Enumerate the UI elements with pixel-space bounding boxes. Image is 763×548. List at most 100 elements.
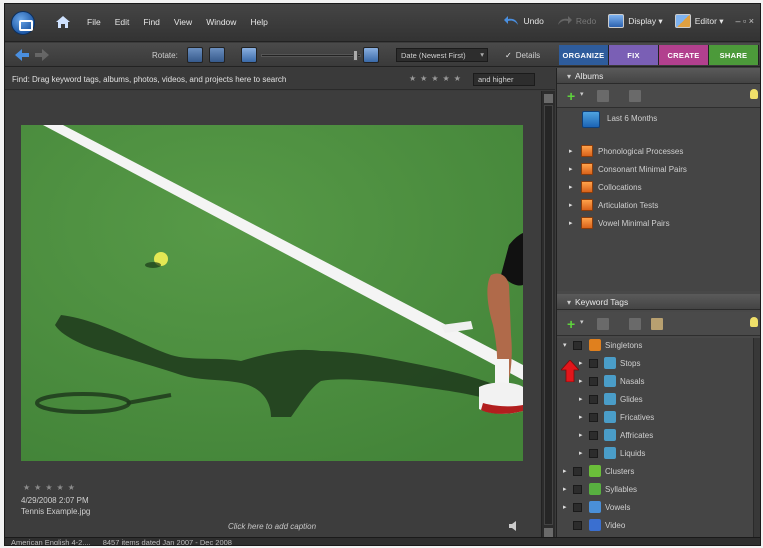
expand-arrow-icon[interactable]: ▸ xyxy=(579,431,583,439)
rotate-right-button[interactable] xyxy=(209,47,225,63)
tag-checkbox[interactable] xyxy=(589,377,598,386)
album-vowel-minimal-pairs[interactable]: ▸ Vowel Minimal Pairs xyxy=(557,216,757,232)
album-icon xyxy=(581,145,593,157)
scroll-thumb[interactable] xyxy=(544,105,553,525)
single-photo-view-button[interactable] xyxy=(363,47,379,63)
tab-create[interactable]: CREATE xyxy=(659,45,709,65)
organizer-app-icon[interactable] xyxy=(11,11,35,35)
lightbulb-icon[interactable] xyxy=(750,89,758,99)
tag-checkbox[interactable] xyxy=(573,485,582,494)
expand-arrow-icon[interactable]: ▸ xyxy=(569,183,573,191)
menu-view[interactable]: View xyxy=(174,17,192,27)
menu-find[interactable]: Find xyxy=(143,17,160,27)
expand-arrow-icon[interactable]: ▸ xyxy=(579,395,583,403)
add-album-dropdown-icon[interactable]: ▾ xyxy=(580,90,584,98)
delete-album-icon[interactable] xyxy=(597,90,609,102)
tag-checkbox[interactable] xyxy=(573,341,582,350)
tag-label: Singletons xyxy=(605,341,643,350)
thumbnail-small-icon[interactable] xyxy=(241,47,257,63)
menu-help[interactable]: Help xyxy=(250,17,267,27)
tag-checkbox[interactable] xyxy=(589,413,598,422)
tag-category-syllables[interactable]: ▸ Syllables xyxy=(557,482,753,498)
rating-stars[interactable]: ★★★★★ xyxy=(409,74,465,83)
sort-order-select[interactable]: Date (Newest First) xyxy=(396,48,488,62)
rotate-left-button[interactable] xyxy=(187,47,203,63)
expand-arrow-icon[interactable]: ▸ xyxy=(563,485,567,493)
rating-filter-select[interactable]: and higher xyxy=(473,73,535,86)
home-icon[interactable] xyxy=(55,14,71,30)
add-tag-icon[interactable]: + xyxy=(567,316,575,332)
slider-knob[interactable] xyxy=(353,50,358,61)
forward-arrow-icon[interactable] xyxy=(35,49,49,61)
album-collocations[interactable]: ▸ Collocations xyxy=(557,180,757,196)
find-bar[interactable]: Find: Drag keyword tags, albums, photos,… xyxy=(5,68,555,90)
browser-scrollbar[interactable] xyxy=(541,91,555,541)
back-arrow-icon[interactable] xyxy=(15,49,29,61)
tag-checkbox[interactable] xyxy=(573,521,582,530)
tag-checkbox[interactable] xyxy=(589,431,598,440)
album-consonant-minimal-pairs[interactable]: ▸ Consonant Minimal Pairs xyxy=(557,162,757,178)
expand-arrow-icon[interactable]: ▸ xyxy=(563,467,567,475)
add-album-icon[interactable]: + xyxy=(567,88,575,104)
scroll-down-arrow[interactable] xyxy=(544,528,553,537)
tag-checkbox[interactable] xyxy=(589,449,598,458)
expand-arrow-icon[interactable]: ▸ xyxy=(569,219,573,227)
tag-category-singletons[interactable]: ▾ Singletons xyxy=(557,338,753,354)
expand-arrow-icon[interactable]: ▸ xyxy=(569,201,573,209)
albums-panel-header[interactable]: Albums xyxy=(557,68,760,84)
tag-checkbox[interactable] xyxy=(573,503,582,512)
find-faces-icon[interactable] xyxy=(651,318,663,330)
add-tag-dropdown-icon[interactable]: ▾ xyxy=(580,318,584,326)
add-caption-field[interactable]: Click here to add caption xyxy=(228,522,316,531)
tag-stops[interactable]: ▸ Stops xyxy=(557,356,753,372)
tab-share[interactable]: SHARE xyxy=(709,45,759,65)
album-phonological-processes[interactable]: ▸ Phonological Processes xyxy=(557,144,757,160)
thumbnail-size-slider[interactable] xyxy=(261,54,361,57)
album-articulation-tests[interactable]: ▸ Articulation Tests xyxy=(557,198,757,214)
photo-preview[interactable] xyxy=(21,125,523,461)
audio-caption-icon[interactable] xyxy=(509,521,519,531)
collapse-arrow-icon[interactable]: ▾ xyxy=(563,341,567,349)
expand-arrow-icon[interactable]: ▸ xyxy=(563,503,567,511)
delete-tag-icon[interactable] xyxy=(597,318,609,330)
lightbulb-icon[interactable] xyxy=(750,317,758,327)
expand-arrow-icon[interactable]: ▸ xyxy=(569,147,573,155)
details-toggle[interactable]: ✓ Details xyxy=(505,51,540,60)
menu-file[interactable]: File xyxy=(87,17,101,27)
photo-rating-stars[interactable]: ★★★★★ xyxy=(23,483,79,492)
tab-organize[interactable]: ORGANIZE xyxy=(559,45,609,65)
tag-category-clusters[interactable]: ▸ Clusters xyxy=(557,464,753,480)
expand-arrow-icon[interactable]: ▸ xyxy=(579,413,583,421)
undo-button[interactable]: Undo xyxy=(503,16,544,26)
category-icon xyxy=(589,483,601,495)
tag-liquids[interactable]: ▸ Liquids xyxy=(557,446,753,462)
tag-checkbox[interactable] xyxy=(589,395,598,404)
expand-arrow-icon[interactable]: ▸ xyxy=(579,377,583,385)
menu-edit[interactable]: Edit xyxy=(115,17,130,27)
expand-arrow-icon[interactable]: ▸ xyxy=(569,165,573,173)
tag-affricates[interactable]: ▸ Affricates xyxy=(557,428,753,444)
tag-fricatives[interactable]: ▸ Fricatives xyxy=(557,410,753,426)
tag-category-vowels[interactable]: ▸ Vowels xyxy=(557,500,753,516)
smart-album-last-6-months[interactable]: Last 6 Months xyxy=(557,110,757,132)
tag-nasals[interactable]: ▸ Nasals xyxy=(557,374,753,390)
keyword-tags-panel-header[interactable]: Keyword Tags xyxy=(557,294,760,310)
keyword-tags-scrollbar[interactable] xyxy=(753,338,760,541)
window-controls[interactable]: – ▫ × xyxy=(736,16,754,26)
tag-glides[interactable]: ▸ Glides xyxy=(557,392,753,408)
tag-checkbox[interactable] xyxy=(573,467,582,476)
menu-window[interactable]: Window xyxy=(206,17,236,27)
tag-checkbox[interactable] xyxy=(589,359,598,368)
status-language[interactable]: American English 4-2.... xyxy=(11,538,91,545)
display-menu-button[interactable]: Display ▾ xyxy=(608,14,663,28)
edit-tag-icon[interactable] xyxy=(629,318,641,330)
tag-icon xyxy=(604,393,616,405)
redo-button[interactable]: Redo xyxy=(556,16,596,26)
tag-category-video[interactable]: Video xyxy=(557,518,753,534)
expand-arrow-icon[interactable]: ▸ xyxy=(579,359,583,367)
edit-album-icon[interactable] xyxy=(629,90,641,102)
expand-arrow-icon[interactable]: ▸ xyxy=(579,449,583,457)
editor-menu-button[interactable]: Editor ▾ xyxy=(674,14,724,28)
tab-fix[interactable]: FIX xyxy=(609,45,659,65)
scroll-up-arrow[interactable] xyxy=(544,94,553,103)
